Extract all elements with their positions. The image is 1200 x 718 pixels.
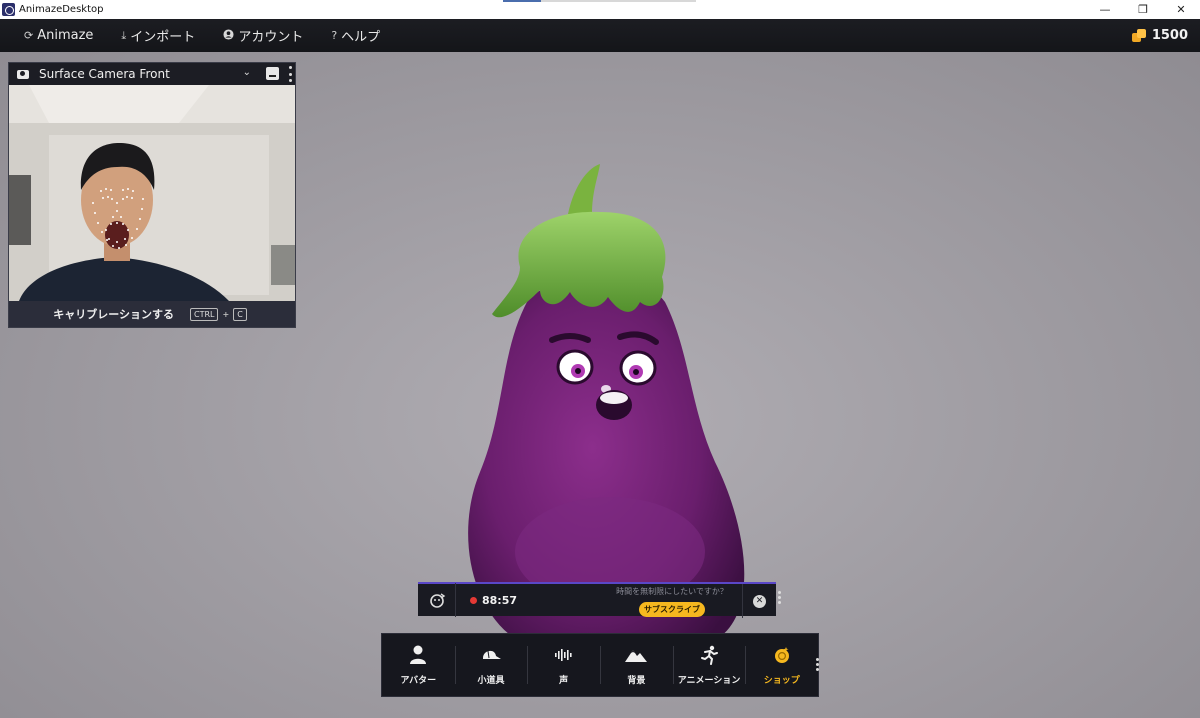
subscription-promo: 時間を無制限にしたいですか？ サブスクライブ [608,586,736,617]
timer-close-button[interactable]: ✕ [742,584,776,618]
calibrate-bar[interactable]: キャリブレーションする CTRL + C [9,301,295,327]
avatar-switch-button[interactable] [418,583,456,617]
import-icon: ⤓ [121,28,127,42]
help-icon: ? [331,29,338,42]
tool-background-label: 背景 [627,676,646,686]
coin-balance-value: 1500 [1151,28,1188,43]
shortcut-key-ctrl: CTRL [189,307,219,321]
menu-account[interactable]: アカウント [223,26,319,45]
bottom-toolbar: アバター 小道具 声 背景 アニメーション ショップ [381,633,819,697]
tool-animation-label: アニメーション [677,676,741,686]
subscribe-button[interactable]: サブスクライブ [639,602,705,617]
close-icon: ✕ [753,594,766,608]
window-title: AnimazeDesktop [19,4,104,15]
animaze-logo-icon: ⟳ [24,29,34,42]
close-button[interactable]: ✕ [1162,0,1200,19]
window-titlebar: AnimazeDesktop — ❐ ✕ [0,0,1200,19]
menu-animaze-label: Animaze [37,28,94,43]
menu-animaze[interactable]: ⟳ Animaze [24,28,109,43]
minimize-button[interactable]: — [1086,0,1124,19]
session-timer-bar: 88:57 時間を無制限にしたいですか？ サブスクライブ ✕ [418,582,776,618]
camera-panel-header: Surface Camera Front ⌄ [9,63,295,85]
menu-help[interactable]: ? ヘルプ [331,26,396,45]
person-icon [409,644,427,666]
toolbar-more-icon[interactable] [816,658,819,671]
calibrate-button[interactable]: キャリブレーションする [53,306,174,322]
shortcut-key-c: C [233,307,247,321]
camera-feed-image [9,85,295,301]
menu-import[interactable]: ⤓ インポート [121,26,211,46]
tool-shop[interactable]: ショップ [745,634,818,696]
camera-device-name[interactable]: Surface Camera Front [39,67,170,81]
panel-minimize-button[interactable] [266,67,279,80]
cap-icon [480,644,502,666]
voice-wave-icon [554,644,574,666]
tool-background[interactable]: 背景 [600,634,673,696]
coins-icon [1131,29,1147,42]
account-icon [223,28,234,43]
menu-import-label: インポート [130,30,196,45]
restore-button[interactable]: ❐ [1124,0,1162,19]
tool-voice[interactable]: 声 [527,634,600,696]
menu-bar: ⟳ Animaze ⤓ インポート アカウント ? ヘルプ 1500 [0,19,1200,52]
tool-shop-label: ショップ [763,676,800,686]
tool-animation[interactable]: アニメーション [672,634,746,696]
tool-avatar[interactable]: アバター [382,634,455,696]
menu-account-label: アカウント [238,30,304,45]
tool-props[interactable]: 小道具 [454,634,528,696]
camera-feed [9,85,295,301]
avatar-swap-icon [429,593,445,608]
session-time-remaining: 88:57 [482,593,518,607]
running-icon [699,644,719,666]
recording-dot-icon [470,596,477,604]
coin-balance[interactable]: 1500 [1131,19,1188,52]
camera-panel: Surface Camera Front ⌄ キャリブレーションする CTRL … [8,62,296,328]
window-controls: — ❐ ✕ [1086,0,1200,19]
timer-more-icon[interactable] [778,591,781,604]
tool-props-label: 小道具 [477,676,505,686]
shortcut-plus: + [222,309,230,319]
title-progress-tab [503,0,696,2]
camera-icon [17,69,29,79]
chevron-down-icon[interactable]: ⌄ [243,67,251,78]
menu-help-label: ヘルプ [341,30,381,45]
more-options-icon[interactable] [289,66,292,82]
mountain-icon [624,644,648,666]
app-logo-icon [2,3,15,16]
tool-avatar-label: アバター [400,676,437,686]
shop-coin-icon [773,644,791,666]
tool-voice-label: 声 [559,676,569,686]
promo-text: 時間を無制限にしたいですか？ [616,587,728,596]
